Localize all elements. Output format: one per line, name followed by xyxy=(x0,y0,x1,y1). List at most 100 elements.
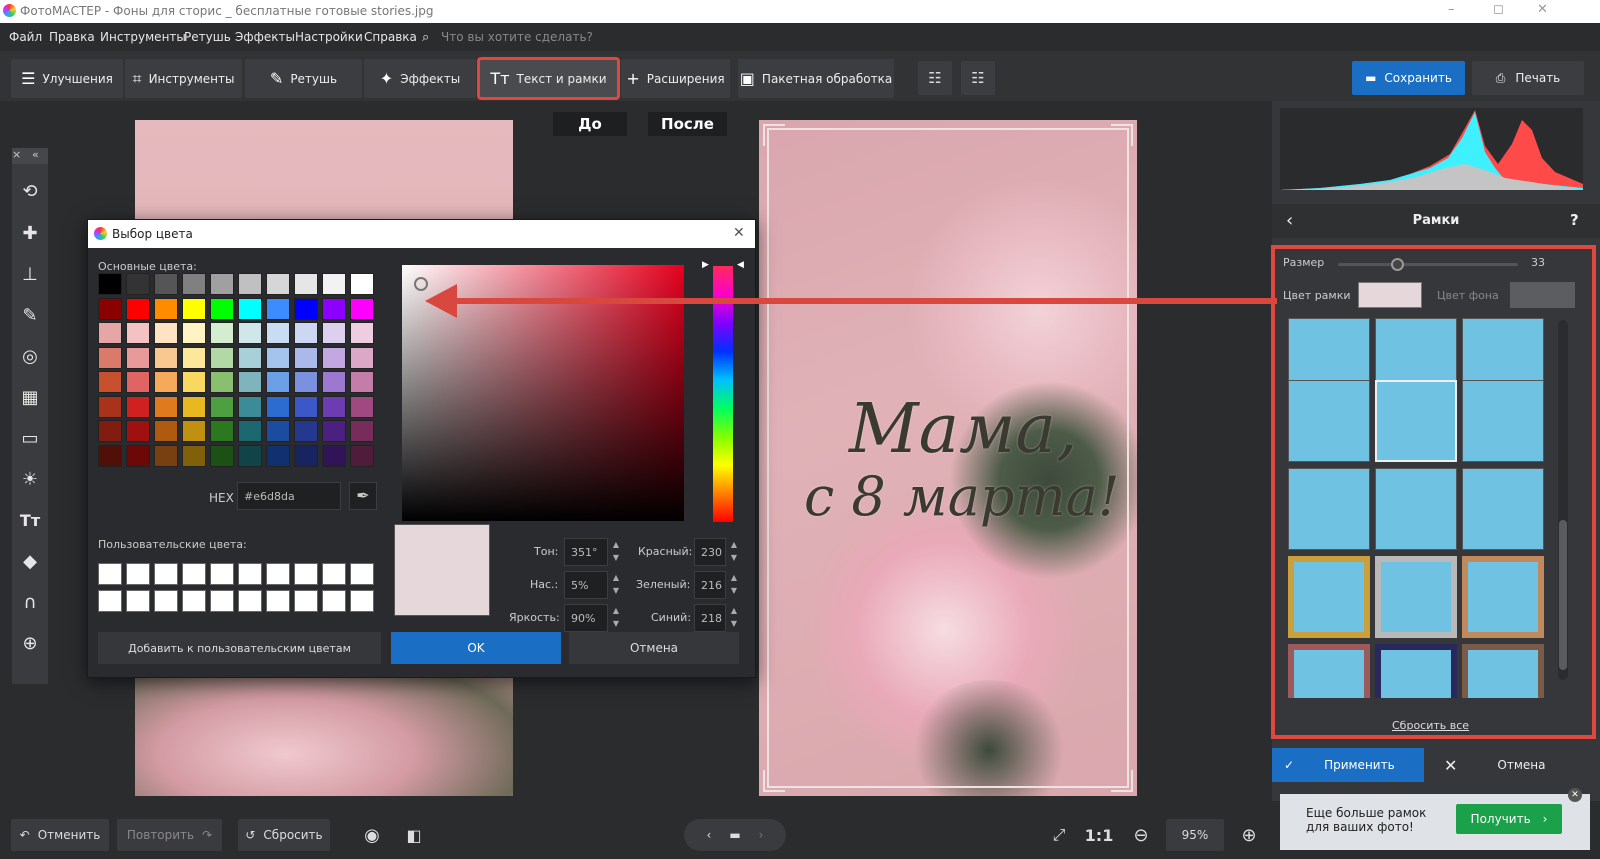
brightness-field[interactable]: 90% xyxy=(564,604,608,632)
frame-thumb[interactable] xyxy=(1462,468,1544,550)
crop-rotate-icon[interactable]: ⟲ xyxy=(12,180,48,204)
tab-tools[interactable]: ⌗ Инструменты xyxy=(125,59,242,98)
reset-all-link[interactable]: Сбросить все xyxy=(1392,719,1469,732)
red-field[interactable]: 230 xyxy=(694,538,726,566)
basic-color-swatch[interactable] xyxy=(238,346,262,369)
basic-color-swatch[interactable] xyxy=(238,420,262,442)
frame-thumb-selected[interactable] xyxy=(1375,380,1457,462)
tab-text-frames[interactable]: Tт Текст и рамки xyxy=(477,57,620,100)
custom-color-swatch[interactable] xyxy=(238,590,262,612)
basic-color-swatch[interactable] xyxy=(266,371,290,393)
custom-color-swatch[interactable] xyxy=(294,590,318,612)
basic-color-swatch[interactable] xyxy=(266,444,290,467)
patch-icon[interactable]: ✚ xyxy=(12,222,48,246)
stamp-icon[interactable]: ⊥ xyxy=(12,263,48,287)
menu-file[interactable]: Файл xyxy=(9,30,42,44)
next-icon[interactable]: › xyxy=(759,828,764,842)
basic-color-swatch[interactable] xyxy=(126,371,150,393)
get-more-button[interactable]: Получить › xyxy=(1456,804,1562,834)
tab-retouch[interactable]: ✎ Ретушь xyxy=(245,59,362,98)
menu-retouch[interactable]: Ретушь xyxy=(184,30,231,44)
custom-color-swatch[interactable] xyxy=(126,563,150,585)
basic-color-swatch[interactable] xyxy=(238,297,262,320)
basic-color-swatch[interactable] xyxy=(322,322,346,344)
custom-color-swatch[interactable] xyxy=(350,563,374,585)
basic-color-swatch[interactable] xyxy=(154,371,178,393)
green-field[interactable]: 216 xyxy=(694,571,726,599)
custom-color-swatch[interactable] xyxy=(98,563,122,585)
frames-scrollbar[interactable] xyxy=(1558,320,1568,680)
bg-color-swatch[interactable] xyxy=(1510,282,1575,308)
basic-color-swatch[interactable] xyxy=(294,273,318,295)
radial-icon[interactable]: ◎ xyxy=(12,345,48,369)
hue-spinner[interactable]: ▲ ▼ xyxy=(609,538,623,566)
basic-color-swatch[interactable] xyxy=(294,444,318,467)
red-spinner[interactable]: ▲ ▼ xyxy=(727,538,741,566)
menu-help[interactable]: Справка xyxy=(364,30,417,44)
light-icon[interactable]: ☀ xyxy=(12,468,48,492)
basic-color-swatch[interactable] xyxy=(294,322,318,344)
reset-button[interactable]: ↺ Сбросить xyxy=(238,819,330,851)
minimize-button[interactable]: – xyxy=(1448,2,1455,17)
custom-color-swatch[interactable] xyxy=(350,590,374,612)
tab-batch[interactable]: ▣ Пакетная обработка xyxy=(738,59,894,98)
custom-color-swatch[interactable] xyxy=(182,563,206,585)
basic-color-swatch[interactable] xyxy=(98,395,122,418)
basic-color-swatch[interactable] xyxy=(266,322,290,344)
basic-color-swatch[interactable] xyxy=(266,346,290,369)
basic-color-swatch[interactable] xyxy=(238,444,262,467)
add-custom-button[interactable]: Добавить к пользовательским цветам xyxy=(98,632,381,664)
custom-color-swatch[interactable] xyxy=(322,563,346,585)
basic-color-swatch[interactable] xyxy=(154,297,178,320)
close-button[interactable]: ✕ xyxy=(1537,2,1548,17)
basic-color-swatch[interactable] xyxy=(350,273,374,295)
basic-color-swatch[interactable] xyxy=(98,297,122,320)
basic-color-swatch[interactable] xyxy=(182,346,206,369)
print-button[interactable]: ⎙ Печать xyxy=(1472,61,1584,95)
hue-slider[interactable] xyxy=(713,266,733,522)
brush-icon[interactable]: ✎ xyxy=(12,304,48,328)
basic-color-swatch[interactable] xyxy=(126,273,150,295)
frame-thumb[interactable] xyxy=(1288,380,1370,462)
search-input[interactable]: Что вы хотите сделать? xyxy=(441,30,593,44)
globe-icon[interactable]: ⊕ xyxy=(12,632,48,656)
tab-effects[interactable]: ✦ Эффекты xyxy=(364,59,476,98)
basic-color-swatch[interactable] xyxy=(238,371,262,393)
brightness-spinner[interactable]: ▲ ▼ xyxy=(609,604,623,632)
folder-icon[interactable]: ▬ xyxy=(729,828,740,842)
basic-color-swatch[interactable] xyxy=(210,297,234,320)
basic-color-swatch[interactable] xyxy=(322,420,346,442)
basic-color-swatch[interactable] xyxy=(210,273,234,295)
basic-color-swatch[interactable] xyxy=(238,395,262,418)
basic-color-swatch[interactable] xyxy=(182,297,206,320)
undo-button[interactable]: ↶ Отменить xyxy=(11,819,109,851)
basic-color-swatch[interactable] xyxy=(350,346,374,369)
custom-color-swatch[interactable] xyxy=(154,590,178,612)
text-icon[interactable]: Tт xyxy=(12,509,48,533)
redo-button[interactable]: Повторить ↷ xyxy=(117,819,222,851)
basic-color-swatch[interactable] xyxy=(322,444,346,467)
basic-color-swatch[interactable] xyxy=(350,420,374,442)
basic-color-swatch[interactable] xyxy=(98,420,122,442)
basic-color-swatch[interactable] xyxy=(238,273,262,295)
menu-edit[interactable]: Правка xyxy=(49,30,95,44)
basic-color-swatch[interactable] xyxy=(182,322,206,344)
prev-icon[interactable]: ‹ xyxy=(707,828,712,842)
menu-effects[interactable]: Эффекты xyxy=(235,30,295,44)
basic-color-swatch[interactable] xyxy=(294,395,318,418)
basic-color-swatch[interactable] xyxy=(350,444,374,467)
search-icon[interactable]: ⌕ xyxy=(422,30,429,45)
basic-color-swatch[interactable] xyxy=(322,346,346,369)
basic-color-swatch[interactable] xyxy=(98,444,122,467)
basic-color-swatch[interactable] xyxy=(98,273,122,295)
basic-color-swatch[interactable] xyxy=(182,395,206,418)
basic-color-swatch[interactable] xyxy=(126,444,150,467)
dialog-cancel-button[interactable]: Отмена xyxy=(569,632,739,664)
frame-color-swatch[interactable] xyxy=(1358,282,1422,308)
basic-color-swatch[interactable] xyxy=(98,346,122,369)
size-slider[interactable] xyxy=(1338,258,1518,271)
green-spinner[interactable]: ▲ ▼ xyxy=(727,571,741,599)
basic-color-swatch[interactable] xyxy=(154,273,178,295)
basic-color-swatch[interactable] xyxy=(350,371,374,393)
basic-color-swatch[interactable] xyxy=(322,273,346,295)
